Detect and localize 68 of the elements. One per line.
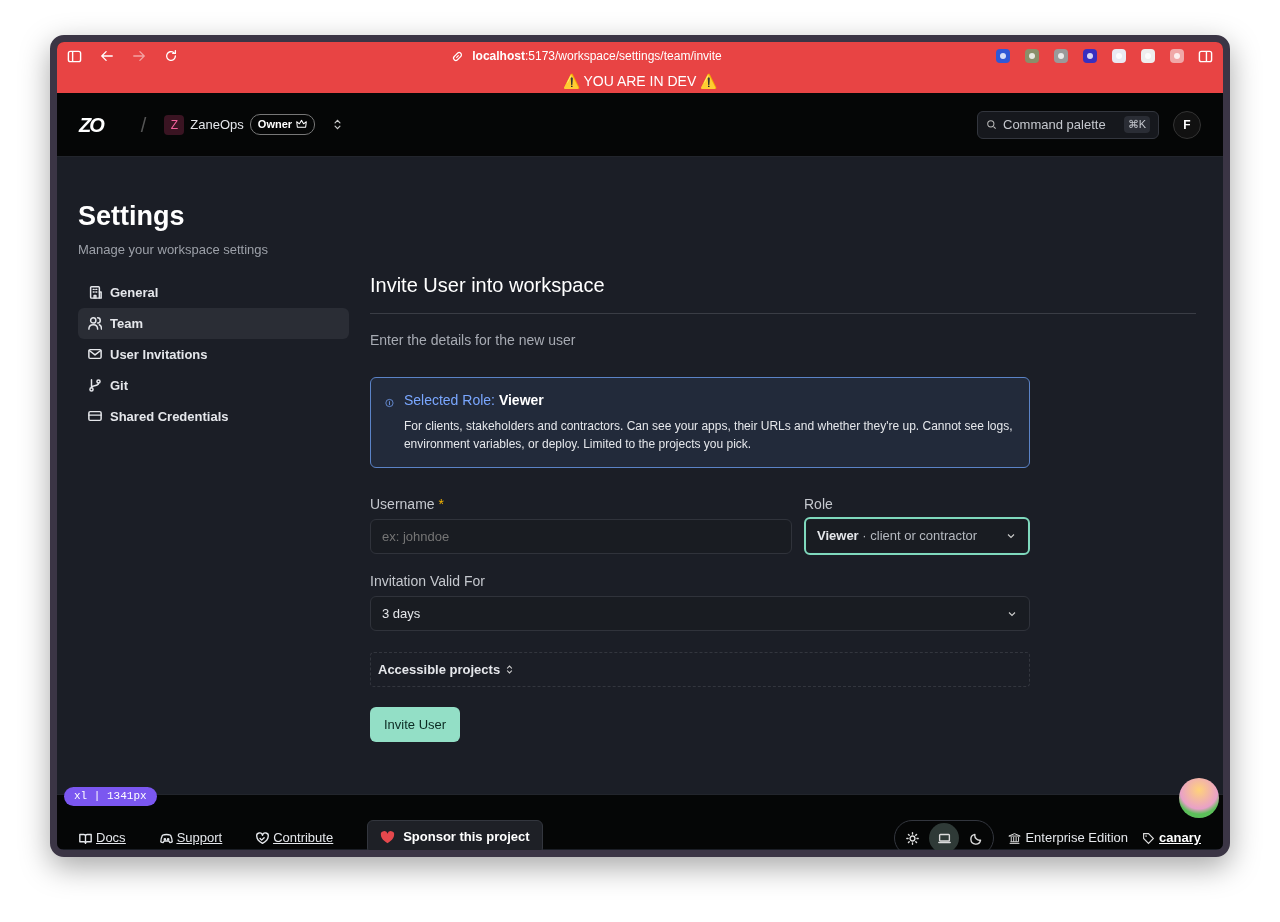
extension-icon[interactable]: [1111, 48, 1127, 64]
reload-icon[interactable]: [164, 49, 178, 63]
sidebar-item[interactable]: Team: [78, 307, 349, 339]
extension-icon[interactable]: [1140, 48, 1156, 64]
sidebar-item[interactable]: General: [78, 276, 349, 308]
sun-icon: [905, 831, 919, 845]
form-title: Invite User into workspace: [370, 273, 606, 297]
alert-title: Selected Role: Viewer: [403, 391, 545, 410]
building-icon: [88, 285, 102, 300]
split-view-icon[interactable]: [1198, 48, 1213, 64]
footer-link[interactable]: Support: [159, 828, 223, 848]
command-palette-button[interactable]: Command palette ⌘K: [977, 110, 1159, 139]
tag-icon: [1142, 831, 1156, 845]
heart-icon: [256, 831, 270, 845]
extension-icon[interactable]: [1082, 48, 1098, 64]
breakpoint-badge: xl | 1341px: [64, 787, 157, 806]
footer-link[interactable]: Docs: [79, 828, 126, 848]
sidebar-item[interactable]: Shared Credentials: [78, 400, 349, 432]
dev-warning-banner: ⚠ YOU ARE IN DEV ⚠: [57, 70, 1223, 93]
username-input[interactable]: ex: johndoe: [370, 519, 792, 554]
keyboard-shortcut: ⌘K: [1123, 116, 1150, 133]
moon-icon: [969, 831, 983, 845]
heart-icon: [380, 829, 396, 845]
role-select[interactable]: Viewer · client or contractor: [804, 517, 1030, 555]
search-icon: [986, 119, 997, 130]
logo[interactable]: ZO: [79, 109, 103, 140]
back-icon[interactable]: [100, 49, 114, 63]
extension-icon[interactable]: [1024, 48, 1040, 64]
form-subtitle: Enter the details for the new user: [370, 331, 577, 350]
page-subtitle: Manage your workspace settings: [78, 241, 270, 260]
edition-label: Enterprise Edition: [1025, 829, 1129, 848]
book-icon: [79, 831, 92, 845]
version-link[interactable]: canary: [1159, 828, 1201, 848]
bank-icon: [1008, 831, 1022, 845]
link-icon: [451, 49, 465, 63]
game-controller-icon: [159, 831, 173, 845]
sidebar-item[interactable]: User Invitations: [78, 338, 349, 370]
accessible-projects-toggle[interactable]: Accessible projects: [370, 652, 1030, 687]
mail-icon: [88, 347, 102, 362]
extension-icon[interactable]: [1053, 48, 1069, 64]
theme-option[interactable]: [929, 823, 960, 850]
extension-icon[interactable]: [1169, 48, 1185, 64]
crown-icon: [296, 119, 308, 130]
sidebar-item[interactable]: Git: [78, 369, 349, 401]
command-palette-label: Command palette: [1003, 115, 1106, 134]
sponsor-button[interactable]: Sponsor this project: [367, 820, 543, 850]
workspace-avatar: Z: [164, 114, 185, 135]
address-bar[interactable]: localhost:5173/workspace/settings/team/invite: [472, 47, 722, 65]
alert-text: For clients, stakeholders and contractors. Can see your apps, their URLs and whether they're up. Cannot see logs, environment variables, or deploy. Limited to the projects you pick.: [403, 418, 1014, 453]
avatar-picture: [1179, 778, 1219, 818]
invite-user-button[interactable]: Invite User: [370, 707, 461, 742]
field-label: Role: [804, 495, 834, 514]
breadcrumb-separator: /: [140, 112, 147, 138]
user-avatar[interactable]: F: [1173, 110, 1201, 139]
role-badge: Owner: [249, 114, 316, 135]
info-icon: [385, 396, 394, 410]
laptop-icon: [937, 831, 951, 845]
card-icon: [88, 409, 102, 424]
footer-link[interactable]: Contribute: [256, 828, 334, 848]
field-label: Invitation Valid For: [370, 572, 486, 591]
git-icon: [88, 378, 102, 393]
field-label: Username *: [370, 495, 445, 514]
users-icon: [88, 316, 102, 331]
page-title: Settings: [78, 200, 186, 233]
validity-select[interactable]: 3 days: [370, 596, 1030, 631]
extension-icon[interactable]: [995, 48, 1011, 64]
workspace-name[interactable]: ZaneOps: [190, 114, 244, 135]
sidebar-icon[interactable]: [67, 48, 82, 64]
